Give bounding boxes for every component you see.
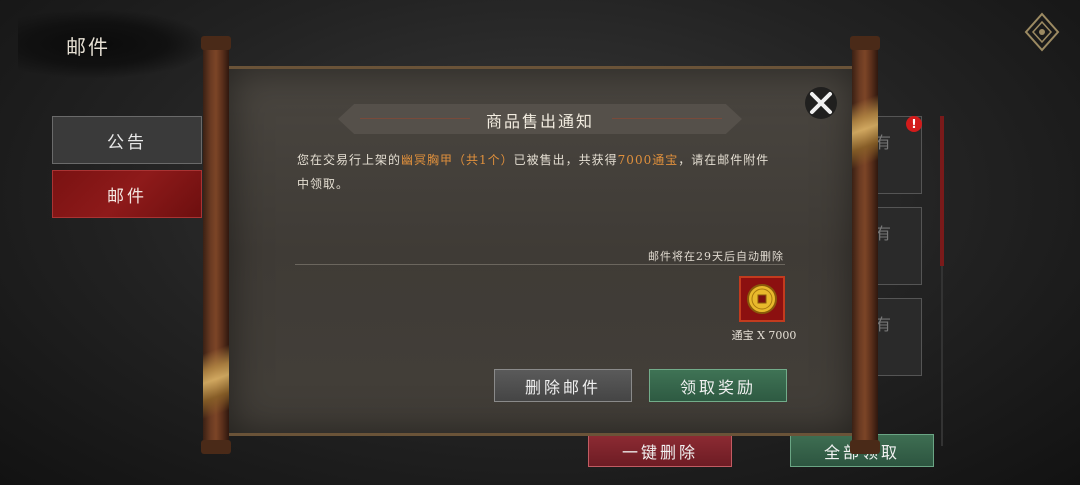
body-text-part: 已被售出，共获得 — [513, 153, 618, 167]
attachment-caption: 通宝 X 7000 — [731, 329, 797, 342]
page-title: 邮件 — [66, 35, 110, 59]
claim-reward-button[interactable]: 领取奖励 — [649, 369, 787, 402]
mail-body-text: 您在交易行上架的幽冥胸甲（共1个）已被售出，共获得7000通宝，请在邮件附件中领… — [297, 148, 782, 196]
dialog-title: 商品售出通知 — [485, 112, 594, 131]
scroll-rod-right — [850, 36, 880, 454]
title-ink-brush — [18, 10, 208, 78]
tab-announcement[interactable]: 公告 — [52, 116, 202, 164]
delete-all-button[interactable]: 一键删除 — [588, 434, 732, 467]
body-text-part: 您在交易行上架的 — [297, 153, 402, 167]
close-icon[interactable] — [802, 84, 840, 122]
scrollbar-thumb[interactable] — [940, 116, 944, 266]
tab-mail[interactable]: 邮件 — [52, 170, 202, 218]
content-divider — [295, 264, 785, 265]
reward-highlight: 7000通宝 — [617, 153, 679, 167]
scroll-rod-left — [201, 36, 231, 454]
expire-note: 邮件将在29天后自动删除 — [648, 250, 784, 263]
copper-coin-icon[interactable] — [739, 276, 785, 322]
delete-mail-button[interactable]: 删除邮件 — [494, 369, 632, 402]
scrollbar-track[interactable] — [941, 266, 943, 446]
menu-diamond-icon[interactable] — [1024, 12, 1060, 52]
item-name-highlight: 幽冥胸甲（共1个） — [401, 153, 514, 167]
unread-badge: ! — [906, 116, 922, 132]
